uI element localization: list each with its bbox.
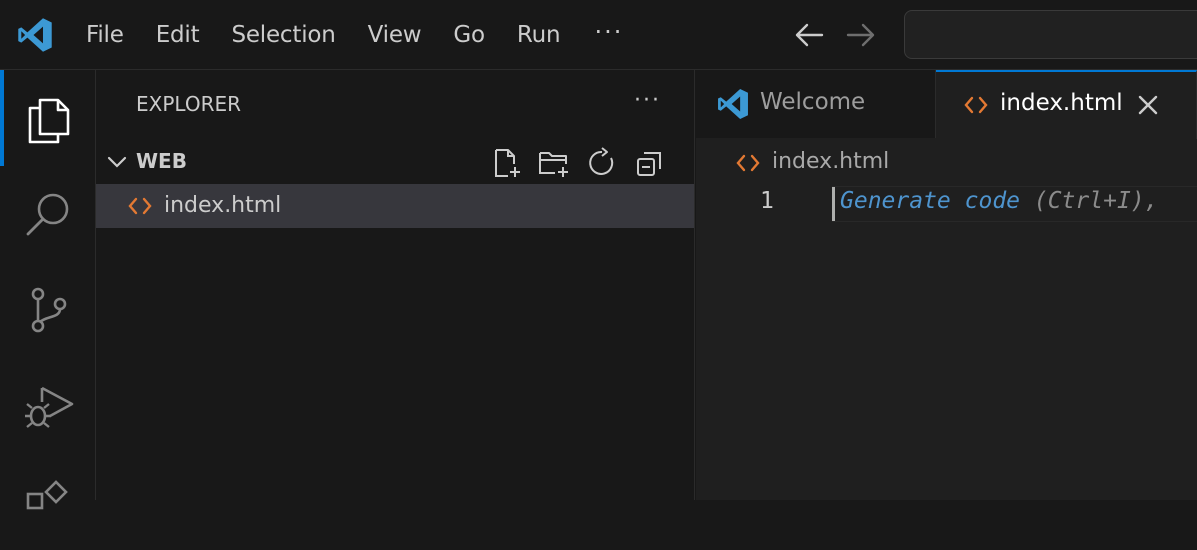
command-center-search[interactable] (904, 10, 1197, 59)
files-icon (28, 98, 70, 144)
source-control-icon (31, 287, 67, 333)
editor-hint[interactable]: Generate code (Ctrl+I), (840, 188, 1159, 214)
sidebar-more-button[interactable]: ··· (634, 88, 661, 113)
menu-selection[interactable]: Selection (215, 0, 351, 70)
tab-index-html-label: index.html (1000, 90, 1123, 116)
tab-bar: Welcome index.html (696, 70, 1197, 139)
new-file-icon[interactable] (490, 147, 522, 179)
title-bar: File Edit Selection View Go Run ··· (0, 0, 1197, 70)
chevron-down-icon (107, 156, 127, 168)
tab-welcome[interactable]: Welcome (696, 70, 936, 138)
activity-bar (0, 70, 96, 510)
vscode-logo-icon (718, 89, 748, 119)
activity-search[interactable] (0, 166, 96, 262)
workspace-title: WEB (136, 149, 187, 173)
activity-explorer[interactable] (0, 70, 96, 166)
breadcrumb-file[interactable]: index.html (772, 149, 889, 174)
hint-shortcut: (Ctrl+I), (1020, 188, 1159, 214)
close-icon[interactable] (1136, 93, 1160, 117)
sidebar-title: EXPLORER (136, 92, 241, 116)
collapse-all-icon[interactable] (634, 147, 666, 179)
menu-more-button[interactable]: ··· (576, 0, 641, 70)
workspace-section-header[interactable]: WEB (96, 140, 695, 184)
explorer-sidebar: EXPLORER ··· WEB index.html (96, 70, 695, 500)
breadcrumb: index.html (696, 138, 1197, 186)
tab-index-html[interactable]: index.html (936, 70, 1197, 139)
refresh-icon[interactable] (586, 147, 618, 179)
activity-run-debug[interactable] (0, 358, 96, 454)
tab-welcome-label: Welcome (760, 89, 866, 115)
hint-generate-code: Generate code (840, 188, 1021, 214)
menu-bar: File Edit Selection View Go Run ··· (70, 0, 641, 70)
html-file-icon (964, 96, 988, 114)
new-folder-icon[interactable] (538, 147, 570, 179)
menu-go[interactable]: Go (437, 0, 501, 70)
file-item-index-html[interactable]: index.html (96, 184, 694, 228)
file-item-label: index.html (164, 193, 282, 218)
menu-edit[interactable]: Edit (140, 0, 216, 70)
search-icon (26, 193, 69, 236)
line-number: 1 (760, 188, 774, 214)
vscode-logo-icon[interactable] (16, 16, 54, 54)
text-cursor (832, 187, 835, 221)
menu-view[interactable]: View (352, 0, 438, 70)
arrow-right-icon[interactable] (844, 20, 878, 50)
editor-area: Welcome index.html index.html 1 Generate… (696, 70, 1197, 500)
menu-file[interactable]: File (70, 0, 140, 70)
run-debug-icon (25, 386, 74, 428)
arrow-left-icon[interactable] (792, 20, 826, 50)
html-file-icon (736, 154, 760, 172)
menu-run[interactable]: Run (501, 0, 577, 70)
activity-source-control[interactable] (0, 262, 96, 358)
extensions-icon (26, 480, 68, 510)
activity-extensions[interactable] (0, 454, 96, 550)
html-file-icon (128, 197, 152, 215)
